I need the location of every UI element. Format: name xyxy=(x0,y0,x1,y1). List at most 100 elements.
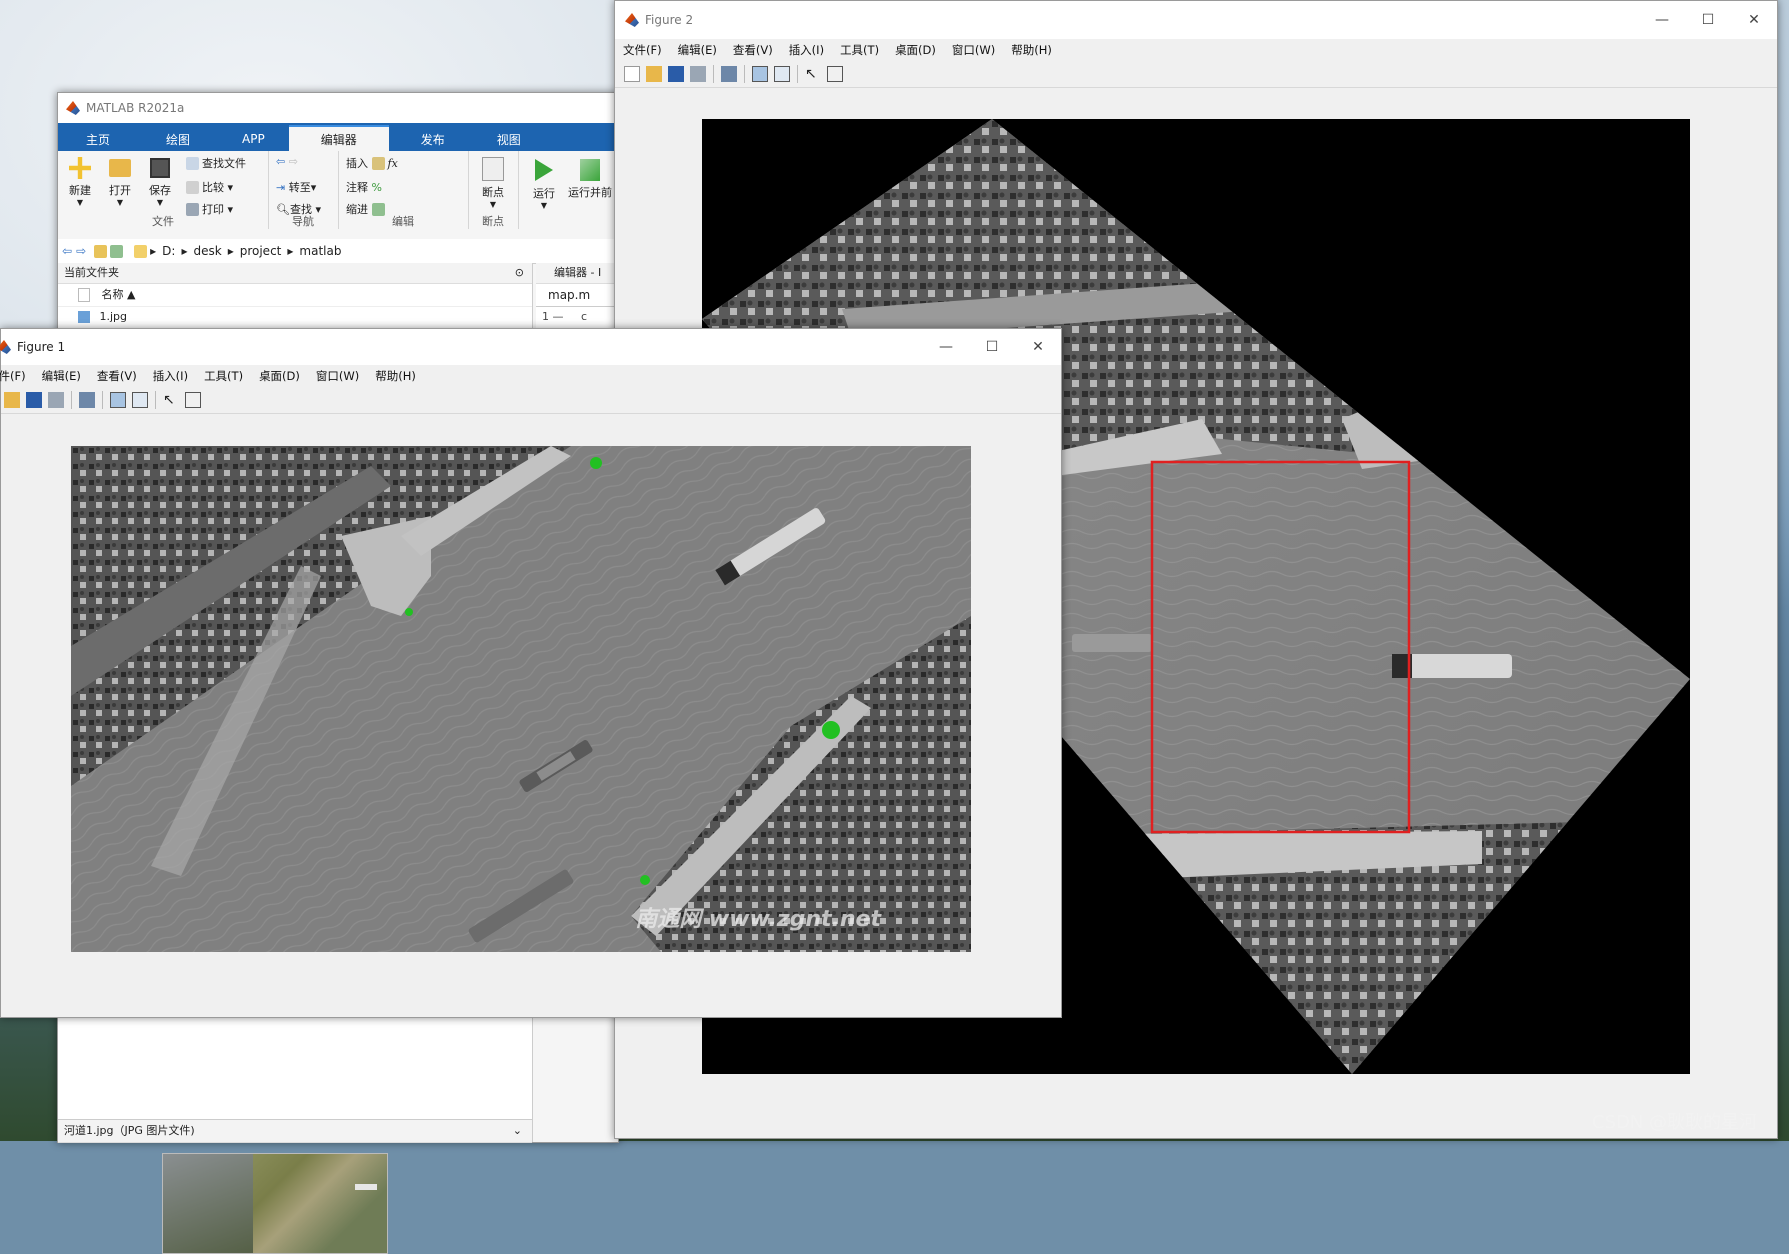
figure1-titlebar[interactable]: Figure 1 — ☐ ✕ xyxy=(0,329,1061,365)
tab-plots[interactable]: 绘图 xyxy=(138,127,218,151)
menu-file[interactable]: 文件(F) xyxy=(0,368,26,384)
open-icon[interactable] xyxy=(4,392,20,408)
property-editor-icon[interactable] xyxy=(827,66,843,82)
colorbar-icon[interactable] xyxy=(752,66,768,82)
comment-percent-icon: % xyxy=(371,180,382,194)
close-button[interactable]: ✕ xyxy=(1015,329,1061,365)
maximize-button[interactable]: ☐ xyxy=(1685,1,1731,39)
menu-tools[interactable]: 工具(T) xyxy=(204,368,243,384)
river-image: 南通网 www.zgnt.net xyxy=(71,446,971,952)
csdn-watermark: CSDN @耿耿的星河 xyxy=(1591,1112,1757,1133)
pointer-icon[interactable]: ↖ xyxy=(805,66,821,82)
up-folder-icon[interactable] xyxy=(94,244,108,258)
breakpoints-button[interactable]: 断点 ▼ xyxy=(474,157,512,209)
figure1-toolbar: ↖ xyxy=(1,387,1061,414)
menu-edit[interactable]: 编辑(E) xyxy=(42,368,81,384)
open-icon[interactable] xyxy=(646,66,662,82)
compare-button[interactable]: 比较 ▾ xyxy=(186,179,233,195)
legend-icon[interactable] xyxy=(774,66,790,82)
open-button[interactable]: 打开 ▼ xyxy=(104,157,136,207)
run-button[interactable]: 运行 ▼ xyxy=(526,159,562,210)
menu-window[interactable]: 窗口(W) xyxy=(316,368,359,384)
menu-view[interactable]: 查看(V) xyxy=(733,42,773,58)
file-name: 1.jpg xyxy=(99,310,128,323)
minimize-button[interactable]: — xyxy=(923,329,969,365)
menu-insert[interactable]: 插入(I) xyxy=(789,42,824,58)
insert-button[interactable]: 插入 fx xyxy=(346,155,398,171)
legend-icon[interactable] xyxy=(132,392,148,408)
figure2-title: Figure 2 xyxy=(645,13,694,27)
menu-view[interactable]: 查看(V) xyxy=(97,368,137,384)
minimize-button[interactable]: — xyxy=(1639,1,1685,39)
print-icon[interactable] xyxy=(690,66,706,82)
chevron-down-icon[interactable]: ⌄ xyxy=(513,1120,522,1142)
back-arrow-icon: ⇦ xyxy=(276,155,286,168)
save-icon[interactable] xyxy=(26,392,42,408)
path-separator-icon: ▸ xyxy=(287,244,294,258)
figure1-title: Figure 1 xyxy=(17,340,66,354)
run-advance-button[interactable]: 运行并前进 xyxy=(568,159,612,200)
path-seg-drive[interactable]: D: xyxy=(162,244,175,258)
menu-desktop[interactable]: 桌面(D) xyxy=(895,42,936,58)
menu-file[interactable]: 文件(F) xyxy=(623,42,662,58)
group-label-file: 文件 xyxy=(152,215,174,228)
pointer-icon[interactable]: ↖ xyxy=(163,392,179,408)
link-plot-icon[interactable] xyxy=(721,66,737,82)
menu-help[interactable]: 帮助(H) xyxy=(375,368,416,384)
path-seg-desk[interactable]: desk xyxy=(193,244,221,258)
tab-view[interactable]: 视图 xyxy=(477,127,541,151)
save-icon[interactable] xyxy=(668,66,684,82)
link-plot-icon[interactable] xyxy=(79,392,95,408)
column-header-name[interactable]: 名称 ▲ xyxy=(58,284,532,307)
menu-window[interactable]: 窗口(W) xyxy=(952,42,995,58)
panel-menu-icon[interactable]: ⊙ xyxy=(515,263,524,283)
breakpoints-label: 断点 xyxy=(482,186,504,199)
print-icon[interactable] xyxy=(48,392,64,408)
menu-tools[interactable]: 工具(T) xyxy=(840,42,879,58)
tab-publish[interactable]: 发布 xyxy=(389,127,477,151)
save-button[interactable]: 保存 ▼ xyxy=(144,157,176,207)
preview-boat xyxy=(355,1184,377,1190)
path-seg-matlab[interactable]: matlab xyxy=(299,244,341,258)
menu-insert[interactable]: 插入(I) xyxy=(153,368,188,384)
property-editor-icon[interactable] xyxy=(185,392,201,408)
toolbar-separator xyxy=(713,65,714,83)
figure2-toolbar: ↖ xyxy=(615,61,1777,88)
menu-help[interactable]: 帮助(H) xyxy=(1011,42,1052,58)
detail-file-label: 河道1.jpg（JPG 图片文件) xyxy=(64,1124,195,1137)
back-icon[interactable]: ⇦ xyxy=(62,244,72,258)
file-row[interactable]: 1.jpg xyxy=(58,307,532,327)
path-seg-project[interactable]: project xyxy=(240,244,282,258)
maximize-button[interactable]: ☐ xyxy=(969,329,1015,365)
nav-arrows[interactable]: ⇦ ⇨ xyxy=(276,155,298,168)
editor-line-1[interactable]: 1 — c xyxy=(536,307,618,327)
goto-icon: ⇥ xyxy=(276,180,286,194)
browse-folder-icon[interactable] xyxy=(110,244,124,258)
tab-apps[interactable]: APP xyxy=(218,127,289,151)
find-files-button[interactable]: 查找文件 xyxy=(186,155,246,171)
tab-home[interactable]: 主页 xyxy=(58,127,138,151)
menu-edit[interactable]: 编辑(E) xyxy=(678,42,717,58)
jpg-file-icon xyxy=(78,311,90,323)
new-button[interactable]: 新建 ▼ xyxy=(64,157,96,207)
preview-bank xyxy=(163,1154,253,1253)
toolbar-separator xyxy=(797,65,798,83)
matlab-logo-icon xyxy=(0,340,11,354)
colorbar-icon[interactable] xyxy=(110,392,126,408)
ribbon-group-edit: 插入 fx 注释 % 缩进 编辑 xyxy=(338,151,469,229)
forward-icon[interactable]: ⇨ xyxy=(76,244,86,258)
group-label-bp: 断点 xyxy=(482,215,504,228)
figure2-titlebar[interactable]: Figure 2 — ☐ ✕ xyxy=(615,1,1777,39)
compare-icon xyxy=(186,180,199,194)
menu-desktop[interactable]: 桌面(D) xyxy=(259,368,300,384)
new-figure-icon[interactable] xyxy=(624,66,640,82)
matlab-titlebar[interactable]: MATLAB R2021a xyxy=(58,93,618,123)
goto-button[interactable]: ⇥ 转至 ▾ xyxy=(276,179,316,195)
toolbar-separator xyxy=(71,391,72,409)
toolbar-separator xyxy=(155,391,156,409)
editor-tab-map[interactable]: map.m xyxy=(536,284,618,307)
comment-button[interactable]: 注释 % xyxy=(346,179,382,195)
close-button[interactable]: ✕ xyxy=(1731,1,1777,39)
path-separator-icon: ▸ xyxy=(181,244,188,258)
tab-editor[interactable]: 编辑器 xyxy=(288,125,389,151)
